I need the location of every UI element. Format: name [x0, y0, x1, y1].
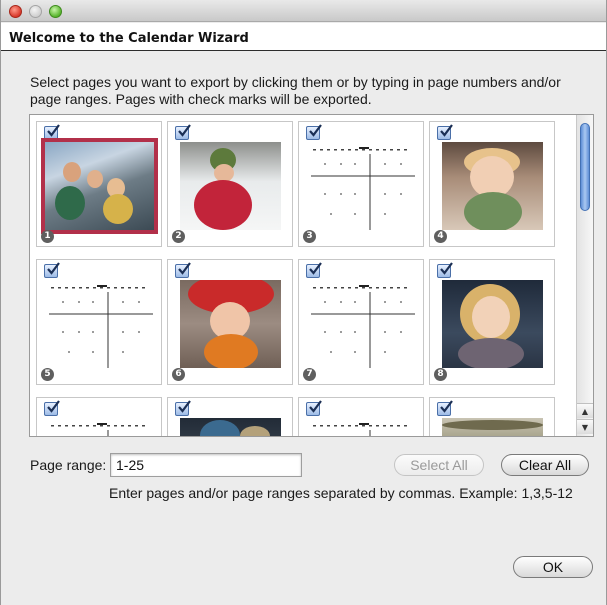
page-checkbox[interactable]	[44, 262, 60, 278]
page-checkbox[interactable]	[306, 124, 322, 140]
page-checkbox[interactable]	[175, 124, 191, 140]
photo-preview	[442, 142, 543, 230]
ok-button[interactable]: OK	[513, 556, 593, 578]
page-thumbnail-4[interactable]: 4	[429, 121, 555, 247]
page-number-badge: 4	[434, 230, 447, 243]
calendar-wizard-window: Welcome to the Calendar Wizard Select pa…	[0, 0, 607, 605]
photo-preview	[180, 142, 281, 230]
checkmark-icon	[178, 262, 191, 275]
calendar-page-preview	[45, 422, 155, 436]
checkmark-icon	[309, 400, 322, 413]
page-number-badge: 2	[172, 230, 185, 243]
page-thumbnail-11[interactable]: 11	[298, 397, 424, 436]
page-number-badge: 6	[172, 368, 185, 381]
page-checkbox[interactable]	[175, 400, 191, 416]
checkmark-icon	[47, 262, 60, 275]
page-thumbnail-3[interactable]: 3	[298, 121, 424, 247]
select-all-button[interactable]: Select All	[394, 454, 484, 476]
page-thumbnail-7[interactable]: 7	[298, 259, 424, 385]
calendar-page-preview	[45, 284, 155, 370]
arrow-up-icon[interactable]: ▲	[577, 403, 593, 418]
page-checkbox[interactable]	[175, 262, 191, 278]
minimize-window-button[interactable]	[29, 5, 42, 18]
page-range-hint: Enter pages and/or page ranges separated…	[109, 485, 573, 501]
page-thumbnail-9[interactable]: 9	[36, 397, 162, 436]
photo-frame	[442, 418, 543, 436]
page-range-label: Page range:	[30, 457, 107, 473]
page-thumbnail-6[interactable]: 6	[167, 259, 293, 385]
checkmark-icon	[309, 262, 322, 275]
checkmark-icon	[178, 124, 191, 137]
close-window-button[interactable]	[9, 5, 22, 18]
title-bar	[1, 0, 606, 22]
page-checkbox[interactable]	[437, 124, 453, 140]
checkmark-icon	[47, 124, 60, 137]
instructions-text: Select pages you want to export by click…	[30, 74, 561, 107]
checkmark-icon	[309, 124, 322, 137]
calendar-page-preview	[307, 422, 417, 436]
clear-all-button[interactable]: Clear All	[501, 454, 589, 476]
photo-frame	[442, 142, 543, 230]
photo-frame	[180, 142, 281, 230]
page-checkbox[interactable]	[44, 400, 60, 416]
photo-preview	[442, 418, 543, 436]
photo-frame	[180, 280, 281, 368]
calendar-page-preview	[307, 146, 417, 232]
page-title: Welcome to the Calendar Wizard	[9, 31, 249, 46]
arrow-down-icon[interactable]: ▼	[577, 419, 593, 434]
checkmark-icon	[440, 124, 453, 137]
page-thumbnail-grid[interactable]: 123456789101112 ▲ ▼	[29, 114, 594, 437]
page-checkbox[interactable]	[306, 400, 322, 416]
page-number-badge: 1	[41, 230, 54, 243]
checkmark-icon	[47, 400, 60, 413]
page-number-badge: 8	[434, 368, 447, 381]
checkmark-icon	[178, 400, 191, 413]
page-checkbox[interactable]	[437, 400, 453, 416]
page-range-input[interactable]	[110, 453, 302, 477]
photo-frame	[442, 280, 543, 368]
page-thumbnail-12[interactable]: 12	[429, 397, 555, 436]
page-thumbnail-2[interactable]: 2	[167, 121, 293, 247]
scrollbar-thumb[interactable]	[580, 123, 590, 211]
wizard-header: Welcome to the Calendar Wizard	[1, 23, 606, 51]
zoom-window-button[interactable]	[49, 5, 62, 18]
calendar-page-preview	[307, 284, 417, 370]
photo-preview	[180, 280, 281, 368]
page-thumbnail-8[interactable]: 8	[429, 259, 555, 385]
photo-preview	[45, 142, 154, 230]
page-number-badge: 5	[41, 368, 54, 381]
page-checkbox[interactable]	[306, 262, 322, 278]
photo-preview	[442, 280, 543, 368]
checkmark-icon	[440, 262, 453, 275]
thumbnail-grid-content: 123456789101112	[30, 115, 576, 436]
page-thumbnail-1[interactable]: 1	[36, 121, 162, 247]
photo-preview	[180, 418, 281, 436]
vertical-scrollbar[interactable]: ▲ ▼	[576, 115, 593, 436]
checkmark-icon	[440, 400, 453, 413]
page-number-badge: 3	[303, 230, 316, 243]
page-thumbnail-10[interactable]: 10	[167, 397, 293, 436]
photo-frame	[180, 418, 281, 436]
selected-photo-frame	[41, 138, 158, 234]
page-checkbox[interactable]	[437, 262, 453, 278]
page-thumbnail-5[interactable]: 5	[36, 259, 162, 385]
page-number-badge: 7	[303, 368, 316, 381]
